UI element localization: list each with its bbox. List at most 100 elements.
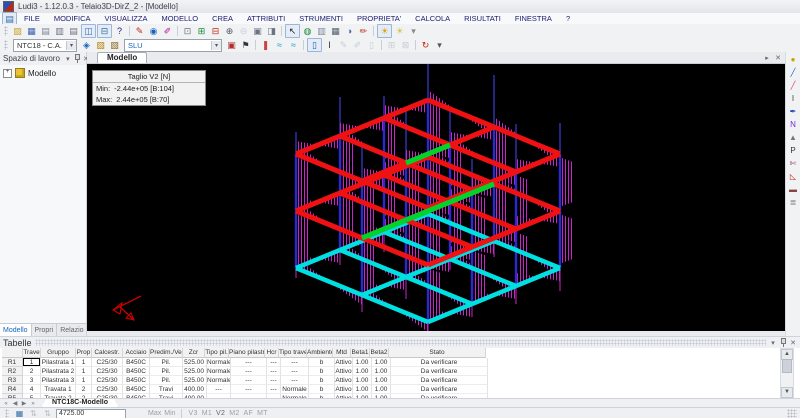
table-cell[interactable]: ---: [281, 367, 309, 376]
table-cell[interactable]: Pil.: [150, 367, 183, 376]
menu-item-crea[interactable]: CREA: [205, 14, 240, 23]
open-file-icon[interactable]: ▨: [11, 25, 24, 37]
row-header[interactable]: R4: [2, 385, 23, 394]
refresh-results-icon[interactable]: ↻: [419, 39, 432, 51]
table-cell[interactable]: ---: [231, 358, 267, 367]
viewport-tab-modello[interactable]: Modello: [97, 52, 147, 63]
render-solid-icon[interactable]: ◍: [301, 25, 314, 37]
table-cell[interactable]: Pilastrata 2: [41, 367, 76, 376]
tree-item-modello[interactable]: + Modello: [3, 68, 86, 78]
table-cell[interactable]: 1.00: [353, 367, 372, 376]
component-toggle-m2[interactable]: M2: [227, 410, 241, 417]
menu-item-modifica[interactable]: MODIFICA: [47, 14, 98, 23]
component-toggle-af[interactable]: AF: [242, 410, 256, 417]
prev-sheet-icon[interactable]: ◀: [11, 400, 19, 407]
table-cell[interactable]: ---: [267, 358, 281, 367]
cascade-windows-icon[interactable]: ⊠: [399, 39, 412, 51]
table-cell[interactable]: Travata 1: [41, 385, 76, 394]
workspace-tab-relazio[interactable]: Relazio: [57, 324, 87, 336]
materials-archive-icon[interactable]: ▧: [94, 39, 107, 51]
column-header-stato[interactable]: Stato: [389, 348, 486, 358]
table-cell[interactable]: 1: [23, 358, 41, 367]
row-header[interactable]: R2: [2, 367, 23, 376]
frame-disabled-icon[interactable]: ▯: [365, 39, 378, 51]
save-icon[interactable]: ▦: [25, 25, 38, 37]
spectrum-y-icon[interactable]: ≈: [287, 39, 300, 51]
edit-model-icon[interactable]: ✎: [133, 25, 146, 37]
close-view-icon[interactable]: ✕: [774, 54, 782, 62]
workspace-tab-propri[interactable]: Propri: [32, 324, 58, 336]
view-3d-icon[interactable]: ◨: [265, 25, 278, 37]
pen-disabled-icon[interactable]: ✐: [351, 39, 364, 51]
print-icon[interactable]: ▥: [53, 25, 66, 37]
pin-icon[interactable]: [74, 54, 80, 63]
table-cell[interactable]: ---: [231, 385, 267, 394]
table-cell[interactable]: Attivo: [335, 367, 353, 376]
offset-tool-icon[interactable]: ▬: [787, 184, 799, 196]
table-cell[interactable]: ---: [231, 376, 267, 385]
table-cell[interactable]: 525.00: [183, 358, 207, 367]
column-header-gruppo[interactable]: Gruppo: [41, 348, 76, 358]
table-cell[interactable]: b: [309, 367, 335, 376]
column-header-piano-pilastri[interactable]: Piano pilastri: [229, 348, 265, 358]
toolbar-grip[interactable]: [4, 26, 8, 36]
table-cell[interactable]: Normale: [207, 358, 231, 367]
code-check-icon[interactable]: ◈: [80, 39, 93, 51]
pin-icon[interactable]: [780, 338, 786, 347]
menu-item-strumenti[interactable]: STRUMENTI: [292, 14, 350, 23]
table-cell[interactable]: 1: [76, 358, 92, 367]
table-cell[interactable]: ---: [267, 385, 281, 394]
pan-view-icon[interactable]: ▣: [251, 25, 264, 37]
load-edit-icon[interactable]: ⚑: [239, 39, 252, 51]
component-toggle-v2[interactable]: V2: [214, 410, 227, 417]
draw-pencil-icon[interactable]: ✐: [161, 25, 174, 37]
panel-drag-handle[interactable]: [35, 339, 766, 346]
support-tool-icon[interactable]: ▲: [787, 132, 799, 144]
combo-arrow-icon[interactable]: ▾: [211, 41, 221, 50]
table-cell[interactable]: 1: [76, 367, 92, 376]
beam-tool-icon[interactable]: ╱: [787, 67, 799, 79]
table-cell[interactable]: B450C: [123, 385, 150, 394]
context-help-icon[interactable]: ?: [113, 25, 126, 37]
table-cell[interactable]: Pilastrata 3: [41, 376, 76, 385]
table-cell[interactable]: 525.00: [183, 367, 207, 376]
table-cell[interactable]: ---: [267, 367, 281, 376]
min-label[interactable]: Min: [164, 410, 175, 417]
component-toggle-v3[interactable]: V3: [187, 410, 200, 417]
menu-item-file[interactable]: FILE: [17, 14, 47, 23]
table-cell[interactable]: 2: [76, 385, 92, 394]
table-cell[interactable]: Attivo: [335, 385, 353, 394]
column-header-ambiente[interactable]: Ambiente: [307, 348, 333, 358]
spectrum-x-icon[interactable]: ≈: [273, 39, 286, 51]
menu-item-proprieta[interactable]: PROPRIETA': [350, 14, 408, 23]
table-cell[interactable]: 1.00: [353, 358, 372, 367]
column-header-hcr[interactable]: Hcr: [265, 348, 279, 358]
combo-arrow-icon[interactable]: ▾: [66, 41, 76, 50]
zoom-out-icon[interactable]: ⊖: [237, 25, 250, 37]
coordinate-input[interactable]: [56, 409, 126, 418]
table-cell[interactable]: b: [309, 358, 335, 367]
expand-icon[interactable]: +: [3, 69, 12, 78]
globe-info-icon[interactable]: ◑: [343, 25, 356, 37]
column-header-acciaio[interactable]: Acciaio: [123, 348, 150, 358]
text-cursor-icon[interactable]: I: [323, 39, 336, 51]
pen-tool-icon[interactable]: ✒: [787, 106, 799, 118]
table-cell[interactable]: Pil.: [150, 376, 183, 385]
table-cell[interactable]: Da verificare: [391, 367, 488, 376]
resize-grip[interactable]: [787, 409, 797, 418]
chevron-down-icon[interactable]: ▾: [769, 339, 777, 347]
globe-view-icon[interactable]: ◉: [147, 25, 160, 37]
table-cell[interactable]: ---: [231, 367, 267, 376]
table-cell[interactable]: ---: [281, 376, 309, 385]
table-cell[interactable]: 1: [76, 376, 92, 385]
table-cell[interactable]: Pilastrata 1: [41, 358, 76, 367]
column-header-prop[interactable]: Prop: [76, 348, 92, 358]
table-cell[interactable]: Travi: [150, 385, 183, 394]
table-cell[interactable]: Pil.: [150, 358, 183, 367]
row-header[interactable]: R1: [2, 358, 23, 367]
table-cell[interactable]: 1.00: [372, 367, 391, 376]
grid-corner-cell[interactable]: [2, 348, 23, 358]
menu-item-visualizza[interactable]: VISUALIZZA: [98, 14, 155, 23]
menu-item-attributi[interactable]: ATTRIBUTI: [240, 14, 292, 23]
table-cell[interactable]: ---: [281, 358, 309, 367]
